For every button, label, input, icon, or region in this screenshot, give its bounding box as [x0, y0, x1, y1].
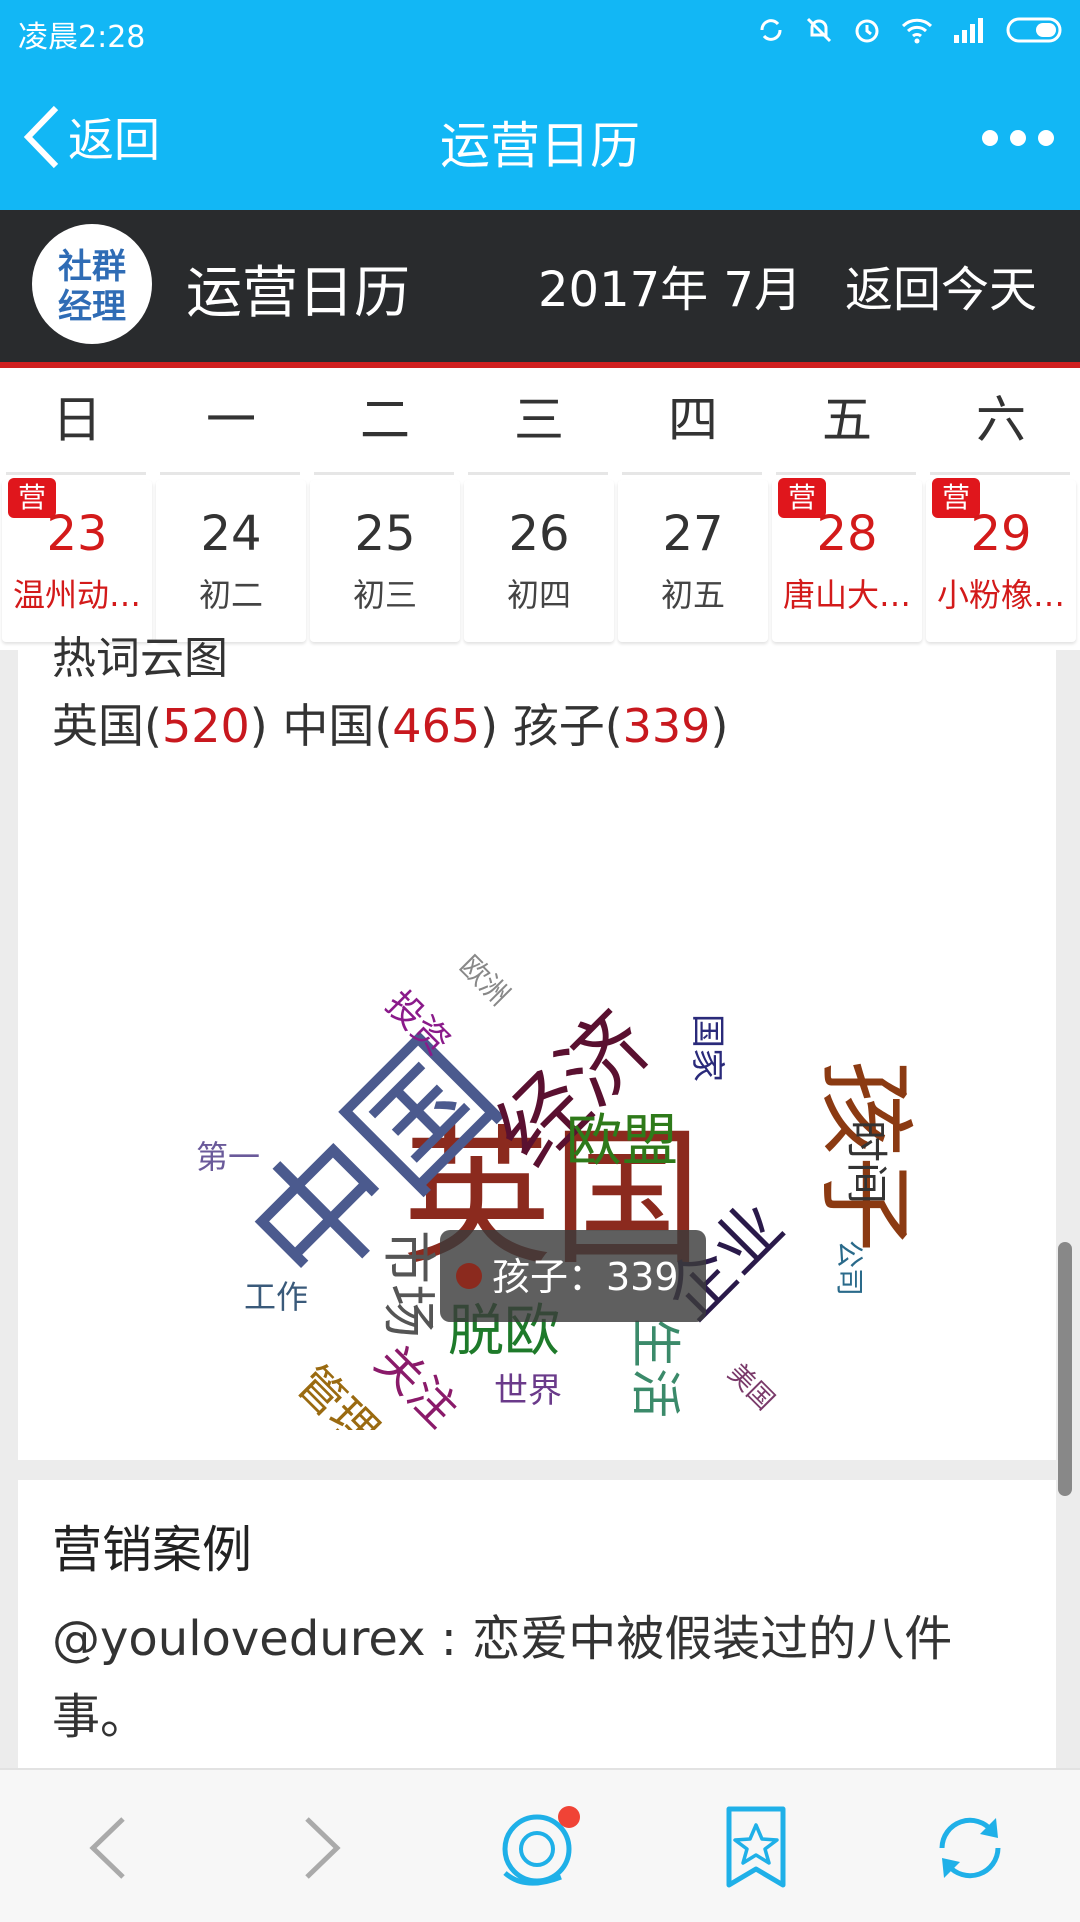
- day-number: 26: [508, 506, 570, 562]
- weekday-mon: 一: [206, 391, 256, 449]
- hot-word: 中国: [282, 699, 375, 753]
- refresh-icon: [939, 1817, 1001, 1879]
- day-number: 28: [816, 506, 878, 562]
- cloud-word[interactable]: 欧洲: [453, 949, 516, 1012]
- cloud-word[interactable]: 市场: [377, 1230, 440, 1338]
- cloud-word[interactable]: 世界: [494, 1371, 562, 1411]
- bookmark-star-icon: [726, 1806, 786, 1888]
- chevron-right-icon: [305, 1817, 341, 1879]
- hot-word-count: 339: [622, 699, 711, 753]
- week-calendar: 日 一 二 三 四 五 六 营 23 温州动… 24 初二 25 初三 26 初…: [0, 368, 1080, 650]
- calendar-day-25[interactable]: 25 初三: [310, 480, 460, 642]
- lunar-date: 初二: [198, 576, 263, 614]
- day-number: 24: [200, 506, 262, 562]
- status-time: 凌晨2:28: [18, 20, 146, 55]
- more-button[interactable]: [982, 118, 1054, 158]
- weekday-sun: 日: [52, 391, 102, 449]
- cloud-word[interactable]: 公司: [833, 1240, 866, 1296]
- cloud-word[interactable]: 国家: [687, 1014, 727, 1082]
- section-heading: 热词云图: [52, 633, 228, 684]
- lunar-date: 初四: [506, 576, 571, 614]
- divider: [468, 472, 608, 475]
- svg-text:经理: 经理: [58, 287, 126, 327]
- back-to-today-button[interactable]: 返回今天: [845, 250, 1037, 320]
- brand-logo: 社群 经理: [32, 224, 152, 344]
- hot-words-summary: 英国(520) 中国(465) 孩子(339): [52, 699, 729, 753]
- weekday-thu: 四: [668, 391, 718, 449]
- cloud-word[interactable]: 时间: [842, 1120, 891, 1204]
- bookmark-button[interactable]: [706, 1798, 806, 1898]
- chevron-left-icon: [89, 1817, 125, 1879]
- divider: [160, 472, 300, 475]
- calendar-day-29[interactable]: 营 29 小粉橡…: [926, 478, 1076, 642]
- hot-word-count: 465: [392, 699, 481, 753]
- weekday-fri: 五: [822, 391, 872, 449]
- more-dot-icon: [982, 130, 998, 146]
- marketing-case-panel: 营销案例 @youlovedurex : 恋爱中被假装过的八件事。: [18, 1480, 1056, 1780]
- calendar-day-26[interactable]: 26 初四: [464, 480, 614, 642]
- cloud-word[interactable]: 美国: [722, 1358, 780, 1416]
- weekday-wed: 三: [514, 391, 564, 449]
- lunar-date: 初三: [352, 576, 417, 614]
- hot-words-panel: 热词云图 英国(520) 中国(465) 孩子(339) 英国 中国 孩子 经济…: [18, 633, 1056, 1460]
- status-icons: [756, 12, 1066, 48]
- hot-word-count: 520: [161, 699, 250, 753]
- day-event-label: 小粉橡…: [936, 576, 1065, 614]
- divider: [314, 472, 454, 475]
- qq-chat-icon: [502, 1806, 580, 1886]
- weekday-sat: 六: [976, 391, 1026, 449]
- divider: [930, 472, 1070, 475]
- page-title: 运营日历: [440, 117, 640, 175]
- cloud-tooltip: 孩子：339: [440, 1230, 706, 1322]
- browser-forward-button[interactable]: [272, 1798, 372, 1898]
- day-event-label: 温州动…: [12, 576, 141, 614]
- day-number: 23: [46, 506, 108, 562]
- refresh-button[interactable]: [920, 1798, 1020, 1898]
- calendar-header: 社群 经理 运营日历 2017年 7月 返回今天: [0, 210, 1080, 368]
- more-dot-icon: [1010, 130, 1026, 146]
- qq-chat-button[interactable]: [490, 1798, 590, 1898]
- tooltip-text: 孩子：339: [492, 1255, 679, 1299]
- hot-word: 英国: [52, 699, 144, 753]
- bottom-toolbar: [0, 1768, 1080, 1922]
- status-bar: 凌晨2:28: [0, 0, 1080, 60]
- day-number: 29: [970, 506, 1032, 562]
- calendar-day-27[interactable]: 27 初五: [618, 480, 768, 642]
- title-bar: 返回 运营日历: [0, 60, 1080, 210]
- lunar-date: 初五: [660, 576, 725, 614]
- battery-icon: [1006, 17, 1062, 43]
- header-title: 运营日历: [186, 261, 410, 326]
- calendar-day-24[interactable]: 24 初二: [156, 480, 306, 642]
- signal-icon: [954, 18, 983, 43]
- divider: [6, 472, 146, 475]
- case-link[interactable]: @youlovedurex : 恋爱中被假装过的八件事。: [52, 1600, 1012, 1756]
- wifi-icon: [901, 18, 933, 44]
- svg-text:社群: 社群: [58, 247, 126, 287]
- hot-word: 孩子: [512, 699, 605, 753]
- day-number: 27: [662, 506, 724, 562]
- calendar-day-23[interactable]: 营 23 温州动…: [2, 478, 152, 642]
- day-number: 25: [354, 506, 416, 562]
- cloud-word[interactable]: 欧盟: [566, 1109, 678, 1174]
- cloud-word[interactable]: 第一: [196, 1138, 260, 1176]
- more-dot-icon: [1038, 130, 1054, 146]
- cloud-word[interactable]: 工作: [244, 1278, 308, 1316]
- day-event-label: 唐山大…: [782, 576, 911, 614]
- divider: [776, 472, 916, 475]
- divider: [622, 472, 762, 475]
- scrollbar[interactable]: [1058, 1242, 1072, 1496]
- calendar-day-28[interactable]: 营 28 唐山大…: [772, 478, 922, 642]
- browser-back-button[interactable]: [58, 1798, 158, 1898]
- section-heading: 营销案例: [52, 1521, 252, 1579]
- word-cloud[interactable]: 英国 中国 孩子 经济 欧盟 企业 市场 脱欧 生活 关注 管理 时间 投资 国…: [18, 790, 1056, 1430]
- weekday-tue: 二: [360, 391, 410, 449]
- month-label[interactable]: 2017年 7月: [538, 250, 802, 320]
- alarm-icon: [855, 19, 879, 43]
- sync-icon: [760, 19, 782, 41]
- mute-icon: [806, 17, 832, 43]
- cloud-word[interactable]: 生活: [626, 1318, 684, 1418]
